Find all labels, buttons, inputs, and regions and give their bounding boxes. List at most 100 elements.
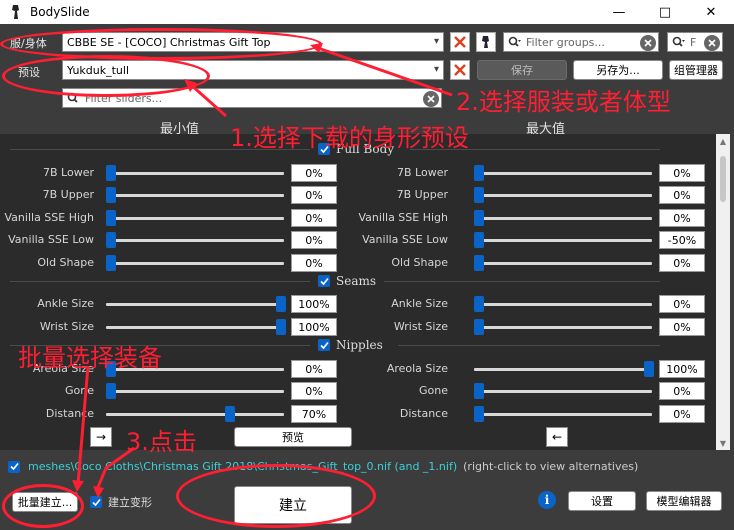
filter-sliders-search[interactable]: Filter sliders...	[62, 88, 442, 108]
copy-to-max-button[interactable]: →	[90, 427, 112, 447]
checkbox-checked-icon[interactable]	[8, 460, 20, 473]
slider-track-max[interactable]	[474, 413, 652, 416]
slider-value-min[interactable]: 0%	[291, 164, 337, 182]
slider-track-min[interactable]	[106, 413, 284, 416]
bodyslide-app-icon	[8, 4, 24, 20]
slider-track-min[interactable]	[106, 239, 284, 242]
close-button[interactable]: ✕	[688, 0, 734, 24]
slider-track-max[interactable]	[474, 262, 652, 265]
clear-preset-button[interactable]	[450, 60, 470, 80]
group-filter-toggle-button[interactable]	[476, 32, 496, 52]
slider-handle-min[interactable]	[276, 296, 286, 312]
clear-outfit-button[interactable]	[450, 32, 470, 52]
checkbox-checked-icon[interactable]	[318, 339, 330, 351]
slider-track-max[interactable]	[474, 194, 652, 197]
group-divider	[384, 281, 660, 282]
slider-handle-max[interactable]	[474, 255, 484, 271]
slider-value-max[interactable]: 0%	[659, 186, 705, 204]
slider-track-min[interactable]	[106, 262, 284, 265]
slider-handle-min[interactable]	[106, 210, 116, 226]
preview-button[interactable]: 预览	[234, 427, 352, 447]
clear-search-icon[interactable]	[640, 35, 656, 51]
batch-build-button[interactable]: 批量建立...	[12, 492, 78, 512]
copy-to-min-button[interactable]: ←	[546, 427, 568, 447]
settings-button[interactable]: 设置	[568, 491, 636, 511]
slider-track-min[interactable]	[106, 303, 284, 306]
slider-handle-max[interactable]	[474, 406, 484, 422]
maximize-button[interactable]: □	[642, 0, 688, 24]
slider-track-min[interactable]	[106, 390, 284, 393]
slider-handle-min[interactable]	[276, 319, 286, 335]
slider-track-max[interactable]	[474, 303, 652, 306]
slider-value-min[interactable]: 100%	[291, 295, 337, 313]
checkbox-checked-icon[interactable]	[90, 496, 102, 508]
slider-value-max[interactable]: 100%	[659, 360, 705, 378]
scroll-down-icon[interactable]: ▼	[716, 436, 730, 450]
outfit-combo[interactable]: CBBE SE - [COCO] Christmas Gift Top ▾	[62, 32, 444, 52]
slider-handle-max[interactable]	[474, 165, 484, 181]
outfit-file-path[interactable]: meshes\Coco Cloths\Christmas Gift 2018\C…	[28, 460, 457, 473]
outfit-path-line[interactable]: meshes\Coco Cloths\Christmas Gift 2018\C…	[8, 460, 638, 473]
slider-value-max[interactable]: 0%	[659, 405, 705, 423]
slider-value-min[interactable]: 0%	[291, 231, 337, 249]
slider-value-min[interactable]: 70%	[291, 405, 337, 423]
slider-handle-max[interactable]	[474, 383, 484, 399]
clear-search-icon[interactable]	[704, 35, 720, 51]
clear-search-icon[interactable]	[423, 91, 439, 107]
slider-handle-min[interactable]	[106, 232, 116, 248]
slider-value-min[interactable]: 0%	[291, 382, 337, 400]
save-preset-button[interactable]: 保存	[477, 60, 567, 80]
filter-groups-placeholder: Filter groups...	[526, 35, 605, 49]
slider-track-max[interactable]	[474, 217, 652, 220]
group-manager-button[interactable]: 组管理器	[669, 60, 723, 80]
save-as-preset-button[interactable]: 另存为...	[573, 60, 663, 80]
slider-handle-min[interactable]	[106, 187, 116, 203]
slider-track-min[interactable]	[106, 326, 284, 329]
slider-value-min[interactable]: 0%	[291, 186, 337, 204]
slider-value-min[interactable]: 0%	[291, 254, 337, 272]
slider-value-max[interactable]: 0%	[659, 295, 705, 313]
slider-track-max[interactable]	[474, 368, 652, 371]
group-nipples[interactable]: Nipples	[318, 338, 383, 352]
slider-handle-max[interactable]	[474, 296, 484, 312]
slider-panel-scrollbar[interactable]: ▲ ▼	[716, 134, 730, 450]
slider-value-max[interactable]: 0%	[659, 164, 705, 182]
slider-handle-min[interactable]	[106, 383, 116, 399]
slider-value-max[interactable]: 0%	[659, 382, 705, 400]
slider-handle-max[interactable]	[644, 361, 654, 377]
filter-outfits-search[interactable]: F	[667, 32, 723, 52]
checkbox-checked-icon[interactable]	[318, 275, 330, 287]
slider-handle-min[interactable]	[225, 406, 235, 422]
info-icon[interactable]: i	[538, 491, 556, 509]
slider-track-max[interactable]	[474, 390, 652, 393]
slider-handle-max[interactable]	[474, 232, 484, 248]
slider-handle-max[interactable]	[474, 210, 484, 226]
slider-value-max[interactable]: -50%	[659, 231, 705, 249]
scroll-up-icon[interactable]: ▲	[716, 134, 730, 148]
build-morphs-checkbox[interactable]: 建立变形	[90, 494, 152, 510]
slider-value-max[interactable]: 0%	[659, 318, 705, 336]
slider-value-min[interactable]: 0%	[291, 209, 337, 227]
slider-handle-max[interactable]	[474, 319, 484, 335]
outfit-studio-button[interactable]: 模型编辑器	[646, 491, 722, 511]
slider-handle-min[interactable]	[106, 165, 116, 181]
filter-groups-search[interactable]: Filter groups...	[503, 32, 659, 52]
slider-track-max[interactable]	[474, 239, 652, 242]
slider-track-max[interactable]	[474, 326, 652, 329]
slider-handle-min[interactable]	[106, 255, 116, 271]
slider-track-min[interactable]	[106, 172, 284, 175]
preset-combo[interactable]: Yukduk_tull ▾	[62, 60, 444, 80]
slider-track-min[interactable]	[106, 194, 284, 197]
slider-value-min[interactable]: 0%	[291, 360, 337, 378]
slider-value-min[interactable]: 100%	[291, 318, 337, 336]
slider-handle-max[interactable]	[474, 187, 484, 203]
slider-track-min[interactable]	[106, 217, 284, 220]
slider-track-max[interactable]	[474, 172, 652, 175]
scrollbar-thumb[interactable]	[720, 156, 726, 202]
minimize-button[interactable]: —	[596, 0, 642, 24]
slider-value-max[interactable]: 0%	[659, 254, 705, 272]
group-seams[interactable]: Seams	[318, 274, 376, 288]
build-button[interactable]: 建立	[234, 486, 352, 524]
slider-value-max[interactable]: 0%	[659, 209, 705, 227]
slider-name-max: Gone	[419, 384, 448, 397]
